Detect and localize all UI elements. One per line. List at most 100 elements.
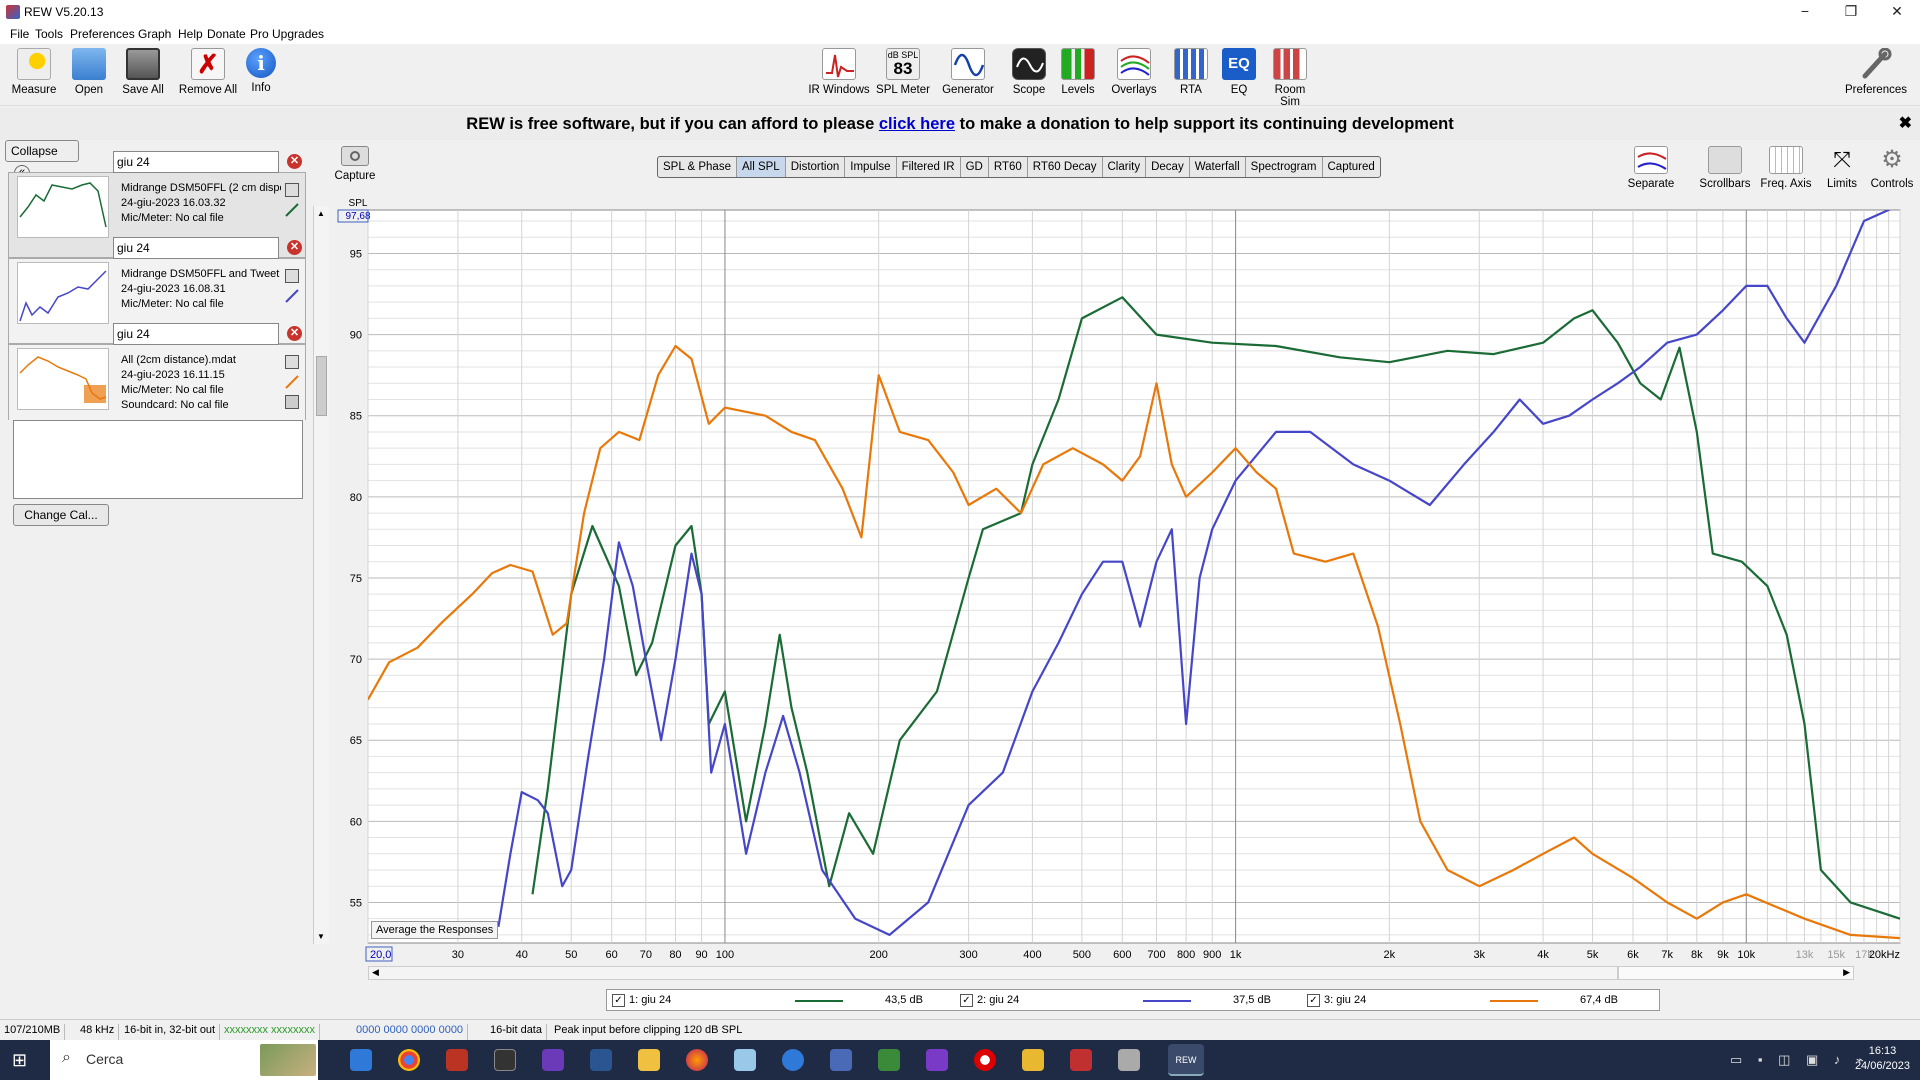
change-cal-button[interactable]: Change Cal...	[13, 504, 109, 526]
save-measurement-icon[interactable]	[285, 269, 299, 283]
controls-button[interactable]: ⚙ Controls	[1868, 146, 1916, 190]
opera-icon[interactable]	[974, 1049, 996, 1071]
tool-icon[interactable]	[1118, 1049, 1140, 1071]
vscode-icon[interactable]	[926, 1049, 948, 1071]
measurement-card-3[interactable]: 3 All (2cm distance).mdat 24-giu-2023 16…	[8, 344, 306, 420]
close-measurement-3-icon[interactable]: ✕	[287, 326, 302, 341]
tab-rt60-decay[interactable]: RT60 Decay	[1028, 157, 1103, 177]
average-responses-button[interactable]: Average the Responses	[371, 921, 499, 939]
firefox-icon[interactable]	[686, 1049, 708, 1071]
menu-tools[interactable]: Tools	[35, 27, 63, 41]
scrollbars-button[interactable]: Scrollbars	[1696, 146, 1754, 190]
measurement-name-2[interactable]: giu 24	[113, 237, 279, 259]
legend-3-checkbox[interactable]: ✓	[1307, 994, 1320, 1007]
capture-button[interactable]: Capture	[333, 146, 377, 182]
taskbar-search[interactable]: ⌕ Cerca	[50, 1040, 318, 1080]
menu-pro-upgrades[interactable]: Pro Upgrades	[250, 27, 324, 41]
menu-file[interactable]: File	[10, 27, 29, 41]
chrome-icon[interactable]	[398, 1049, 420, 1071]
info-button[interactable]: i Info	[244, 48, 278, 94]
separate-button[interactable]: Separate	[1626, 146, 1676, 190]
rta-button[interactable]: RTA	[1172, 48, 1210, 96]
taskview-icon[interactable]	[350, 1049, 372, 1071]
scroll-down-icon[interactable]: ▼	[317, 932, 325, 941]
tab-spectrogram[interactable]: Spectrogram	[1246, 157, 1323, 177]
measurement-name-3[interactable]: giu 24	[113, 323, 279, 345]
minimize-button[interactable]: −	[1782, 0, 1828, 24]
clipping-status: Peak input before clipping 120 dB SPL	[554, 1024, 743, 1036]
spl-graph[interactable]: 55 60 65 70 75 80 85 90 95 SPL 97,68 30 40 50 60 70 80 90…	[334, 196, 1920, 986]
tab-gd[interactable]: GD	[961, 157, 989, 177]
remote-desktop-icon[interactable]	[830, 1049, 852, 1071]
save-all-button[interactable]: Save All	[120, 48, 166, 96]
measure-button[interactable]: Measure	[10, 48, 58, 96]
tab-captured[interactable]: Captured	[1323, 157, 1380, 177]
notes-area[interactable]	[13, 420, 303, 499]
scroll-right-icon[interactable]: ▶	[1843, 967, 1850, 978]
folder-icon[interactable]	[1022, 1049, 1044, 1071]
line-color-icon[interactable]	[285, 289, 299, 303]
open-button[interactable]: Open	[66, 48, 112, 96]
eq-button[interactable]: EQ EQ	[1222, 48, 1256, 96]
line-color-icon[interactable]	[285, 203, 299, 217]
scope-button[interactable]: Scope	[1008, 48, 1050, 96]
limits-button[interactable]: ⤧ Limits	[1822, 146, 1862, 190]
tab-rt60[interactable]: RT60	[989, 157, 1028, 177]
close-measurement-1-icon[interactable]: ✕	[287, 154, 302, 169]
dr-icon[interactable]	[590, 1049, 612, 1071]
generator-button[interactable]: Generator	[940, 48, 996, 96]
taskbar-clock[interactable]: 16:13 24/06/2023	[1855, 1044, 1910, 1074]
save-measurement-icon[interactable]	[285, 355, 299, 369]
scroll-up-icon[interactable]: ▲	[317, 209, 325, 218]
tab-impulse[interactable]: Impulse	[845, 157, 897, 177]
close-button[interactable]: ✕	[1874, 0, 1920, 24]
menu-graph[interactable]: Graph	[138, 27, 171, 41]
tab-spl-phase[interactable]: SPL & Phase	[658, 157, 737, 177]
vertical-scrollbar[interactable]: ▲ ▼	[313, 206, 329, 944]
tab-filtered-ir[interactable]: Filtered IR	[897, 157, 961, 177]
legend-1-checkbox[interactable]: ✓	[612, 994, 625, 1007]
menu-preferences[interactable]: Preferences	[70, 27, 135, 41]
scroll-left-icon[interactable]: ◀	[372, 967, 379, 978]
preferences-button[interactable]: Preferences	[1844, 47, 1908, 96]
room-sim-button[interactable]: Room Sim	[1264, 48, 1316, 108]
menu-help[interactable]: Help	[178, 27, 203, 41]
close-measurement-2-icon[interactable]: ✕	[287, 240, 302, 255]
notepadpp-icon[interactable]	[878, 1049, 900, 1071]
chart-svg[interactable]: 55 60 65 70 75 80 85 90 95 SPL 97,68 30 40 50 60 70 80 90…	[334, 196, 1920, 986]
measurement-name-1[interactable]: giu 24	[113, 151, 279, 173]
save-measurement-icon[interactable]	[285, 183, 299, 197]
explorer-icon[interactable]	[638, 1049, 660, 1071]
document-icon[interactable]	[285, 395, 299, 409]
menu-donate[interactable]: Donate	[207, 27, 246, 41]
close-banner-icon[interactable]: ✖	[1899, 108, 1912, 140]
tab-distortion[interactable]: Distortion	[786, 157, 846, 177]
tab-waterfall[interactable]: Waterfall	[1190, 157, 1246, 177]
spl-meter-button[interactable]: dB SPL 83 SPL Meter	[876, 48, 930, 96]
legend-2-level: 37,5 dB	[1233, 994, 1271, 1006]
levels-button[interactable]: Levels	[1058, 48, 1098, 96]
tab-decay[interactable]: Decay	[1146, 157, 1190, 177]
line-color-icon[interactable]	[285, 375, 299, 389]
overlays-button[interactable]: Overlays	[1108, 48, 1160, 96]
tab-all-spl[interactable]: All SPL	[736, 157, 786, 177]
collapse-button[interactable]: Collapse «	[5, 140, 79, 181]
tab-clarity[interactable]: Clarity	[1103, 157, 1147, 177]
maximize-button[interactable]: ❐	[1828, 0, 1874, 24]
notepad-icon[interactable]	[734, 1049, 756, 1071]
windows-start-icon[interactable]: ⊞	[12, 1049, 34, 1071]
h-scrollbar[interactable]: ◀	[368, 966, 1618, 980]
app-icon[interactable]	[1070, 1049, 1092, 1071]
freq-axis-button[interactable]: Freq. Axis	[1758, 146, 1814, 190]
visual-studio-icon[interactable]	[542, 1049, 564, 1071]
filezilla-icon[interactable]	[446, 1049, 468, 1071]
rew-taskbar-icon[interactable]: REW	[1168, 1044, 1204, 1076]
terminal-icon[interactable]	[494, 1049, 516, 1071]
ir-windows-button[interactable]: IR Windows	[808, 48, 870, 96]
donate-link[interactable]: click here	[879, 115, 955, 133]
x-tick-label: 7k	[1661, 949, 1673, 961]
scroll-thumb[interactable]	[316, 356, 327, 416]
qbittorrent-icon[interactable]	[782, 1049, 804, 1071]
legend-2-checkbox[interactable]: ✓	[960, 994, 973, 1007]
remove-all-button[interactable]: ✗ Remove All	[178, 48, 238, 96]
